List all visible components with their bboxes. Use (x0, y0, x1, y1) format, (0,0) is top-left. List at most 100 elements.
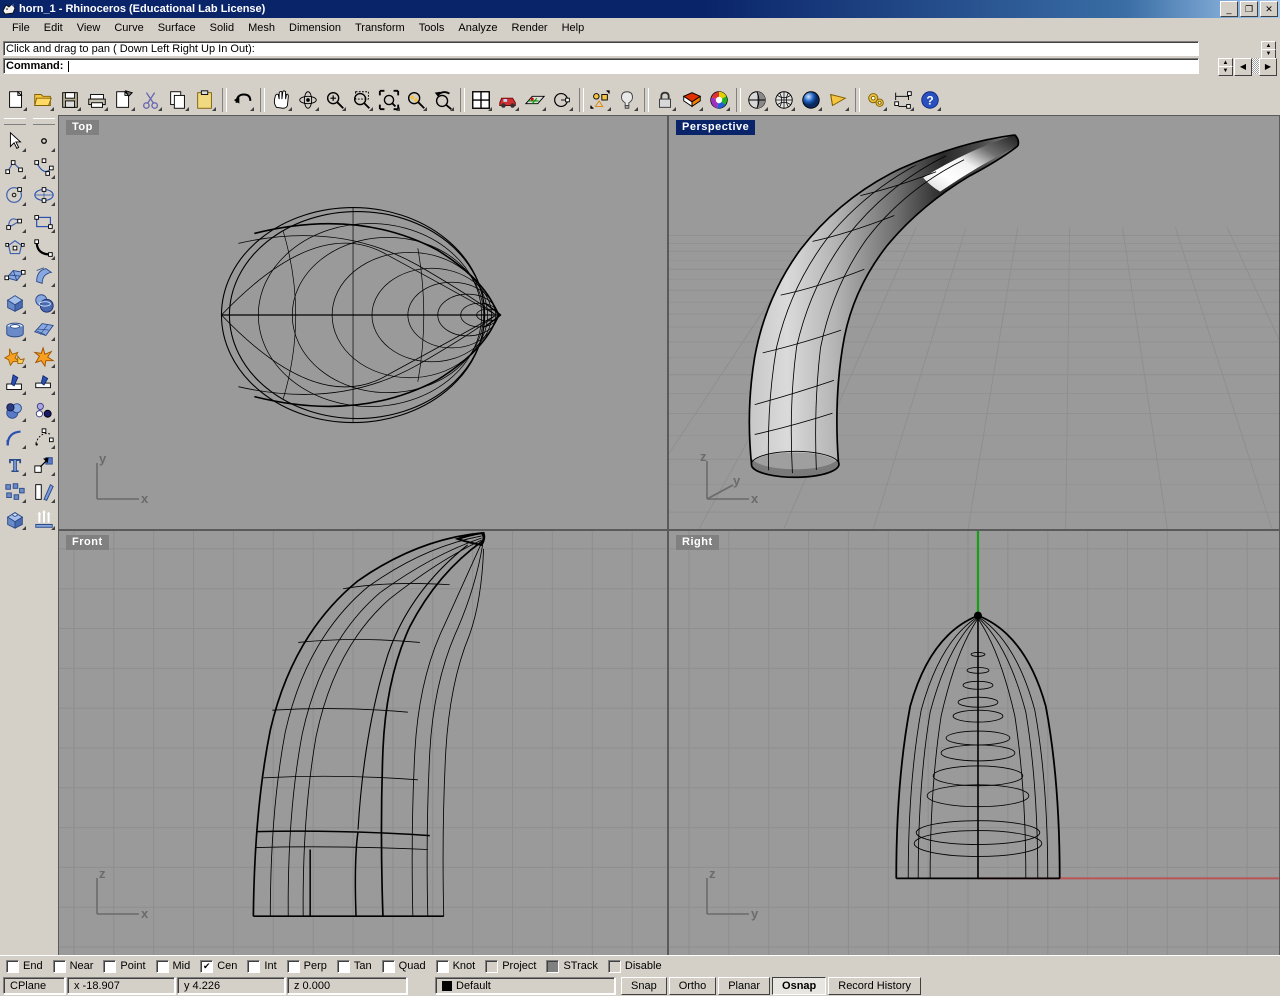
trim-button[interactable] (30, 370, 57, 397)
checkbox-point[interactable] (103, 960, 116, 973)
rectangle-button[interactable] (30, 208, 57, 235)
checkbox-project[interactable] (485, 960, 498, 973)
spotlight-button[interactable] (825, 87, 851, 113)
print-preview-button[interactable] (111, 87, 137, 113)
osnap-point[interactable]: Point (103, 960, 145, 973)
menu-curve[interactable]: Curve (107, 20, 150, 36)
viewport-perspective[interactable]: z y x Perspective (668, 115, 1280, 530)
osnap-cen[interactable]: ✔Cen (200, 960, 237, 973)
command-line-down-button[interactable]: ▼ (1218, 66, 1233, 76)
curve-from-points-button[interactable] (30, 424, 57, 451)
sidebar-grip-left[interactable] (4, 118, 26, 125)
point-cloud-button[interactable] (30, 397, 57, 424)
circle-button[interactable] (1, 181, 28, 208)
dimension-button[interactable] (890, 87, 916, 113)
box-solid-button[interactable] (1, 289, 28, 316)
curve-blend-button[interactable] (30, 235, 57, 262)
menu-surface[interactable]: Surface (151, 20, 203, 36)
object-properties-button[interactable] (587, 87, 613, 113)
cap-solid-button[interactable] (1, 505, 28, 532)
osnap-int[interactable]: Int (247, 960, 276, 973)
options-gears-button[interactable] (863, 87, 889, 113)
mirror-button[interactable] (30, 478, 57, 505)
lock-button[interactable] (652, 87, 678, 113)
boolean-star-button[interactable] (1, 343, 28, 370)
checkbox-disable[interactable] (608, 960, 621, 973)
checkbox-int[interactable] (247, 960, 260, 973)
pan-hand-button[interactable] (268, 87, 294, 113)
osnap-project[interactable]: Project (485, 960, 536, 973)
viewport-right-label[interactable]: Right (676, 535, 719, 550)
status-planar-button[interactable]: Planar (718, 977, 770, 995)
sphere-solid-button[interactable] (30, 289, 57, 316)
osnap-perp[interactable]: Perp (287, 960, 327, 973)
checkbox-perp[interactable] (287, 960, 300, 973)
color-wheel-button[interactable] (706, 87, 732, 113)
osnap-mid[interactable]: Mid (156, 960, 191, 973)
undo-button[interactable] (230, 87, 256, 113)
move-button[interactable] (30, 451, 57, 478)
zoom-window-button[interactable] (349, 87, 375, 113)
named-views-car-button[interactable] (495, 87, 521, 113)
layer-color-button[interactable] (679, 87, 705, 113)
point-button[interactable] (30, 127, 57, 154)
sidebar-grip-right[interactable] (33, 118, 55, 125)
command-prev-button[interactable]: ◀ (1234, 58, 1252, 76)
circle-tool-button[interactable] (549, 87, 575, 113)
polyline-button[interactable] (1, 154, 28, 181)
status-layer[interactable]: Default (435, 977, 615, 994)
rotate-view-button[interactable] (295, 87, 321, 113)
lightbulb-button[interactable] (614, 87, 640, 113)
help-button[interactable]: ? (917, 87, 943, 113)
shaded-view-button[interactable] (744, 87, 770, 113)
surface-mesh-button[interactable] (30, 316, 57, 343)
checkbox-cen[interactable]: ✔ (200, 960, 213, 973)
menu-help[interactable]: Help (555, 20, 592, 36)
viewport-front[interactable]: z x Front (58, 530, 668, 959)
extrude-button[interactable] (30, 505, 57, 532)
osnap-disable[interactable]: Disable (608, 960, 662, 973)
zoom-previous-button[interactable] (430, 87, 456, 113)
copy-button[interactable] (165, 87, 191, 113)
surface-sweep-button[interactable] (30, 262, 57, 289)
viewport-top[interactable]: y x Top (58, 115, 668, 530)
menu-file[interactable]: File (5, 20, 37, 36)
surface-from-curves-button[interactable] (1, 262, 28, 289)
cylinder-solid-button[interactable] (1, 316, 28, 343)
viewport-right[interactable]: z y Right (668, 530, 1280, 959)
status-ortho-button[interactable]: Ortho (669, 977, 717, 995)
explode-button[interactable] (30, 343, 57, 370)
cut-button[interactable] (138, 87, 164, 113)
viewport-layout-button[interactable] (468, 87, 494, 113)
osnap-end[interactable]: End (6, 960, 43, 973)
menu-render[interactable]: Render (505, 20, 555, 36)
ghosted-view-button[interactable] (771, 87, 797, 113)
viewport-front-label[interactable]: Front (66, 535, 109, 550)
arc-button[interactable] (1, 208, 28, 235)
fillet-curve-button[interactable] (1, 424, 28, 451)
array-button[interactable] (1, 478, 28, 505)
paste-button[interactable] (192, 87, 218, 113)
checkbox-end[interactable] (6, 960, 19, 973)
save-file-button[interactable] (57, 87, 83, 113)
osnap-knot[interactable]: Knot (436, 960, 476, 973)
new-file-button[interactable] (3, 87, 29, 113)
command-next-button[interactable]: ▶ (1259, 58, 1277, 76)
control-point-curve-button[interactable] (30, 154, 57, 181)
select-arrow-button[interactable] (1, 127, 28, 154)
render-sphere-button[interactable] (798, 87, 824, 113)
checkbox-quad[interactable] (382, 960, 395, 973)
viewport-top-label[interactable]: Top (66, 120, 99, 135)
osnap-near[interactable]: Near (53, 960, 94, 973)
menu-solid[interactable]: Solid (203, 20, 241, 36)
viewport-perspective-label[interactable]: Perspective (676, 120, 755, 135)
checkbox-strack[interactable] (546, 960, 559, 973)
menu-view[interactable]: View (70, 20, 108, 36)
menu-transform[interactable]: Transform (348, 20, 412, 36)
menu-tools[interactable]: Tools (412, 20, 452, 36)
checkbox-tan[interactable] (337, 960, 350, 973)
status-snap-button[interactable]: Snap (621, 977, 667, 995)
grid-settings-button[interactable] (522, 87, 548, 113)
print-button[interactable] (84, 87, 110, 113)
status-osnap-button[interactable]: Osnap (772, 977, 826, 995)
